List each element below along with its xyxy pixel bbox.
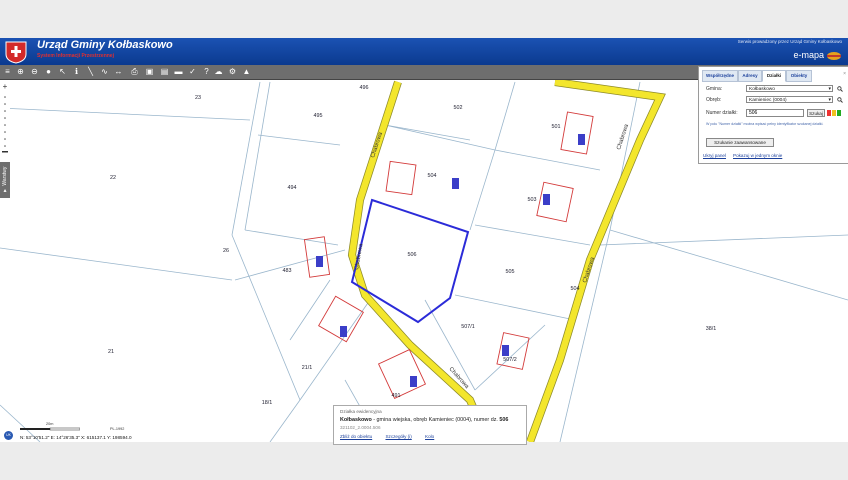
language-badge[interactable]: UK [4,431,13,440]
parcel-label: 507/1 [461,324,475,330]
share-link[interactable]: Kolo [425,434,434,439]
parcel-label: 496 [360,85,369,91]
parcel-label: 23 [195,95,201,101]
zoom-to-object-link[interactable]: Zbliż do obiektu [340,434,372,439]
measure-line-icon[interactable]: ╲ [86,67,95,76]
service-note: Serwis prowadzony przez Urząd Gminy Kołb… [737,39,842,44]
zoom-out-icon[interactable]: ⊖ [30,67,39,76]
parcel-label: 21/1 [302,365,313,371]
export-icon[interactable]: ▣ [145,67,154,76]
parcel-label: 483 [283,268,292,274]
layers-icon[interactable]: ≡ [3,67,12,76]
buildings [303,111,594,400]
app-title: Urząd Gminy Kołbaskowo [37,39,173,51]
numer-label: Numer działki: [706,110,738,116]
obreb-select[interactable]: Kamieniec (0004) ▾ [746,96,833,103]
cloud-icon[interactable]: ☁ [214,67,223,76]
pan-icon[interactable]: ↔ [114,67,123,76]
parcel-label: 506 [408,252,417,258]
road-label: Chabrowa [370,131,384,159]
tab-adresy[interactable]: Adresy [738,70,762,82]
tab-dzialki[interactable]: Działki [762,70,786,82]
crs-label: PL-1992 [110,427,125,431]
parcel-label: 22 [110,175,116,181]
parcel-number-input[interactable] [746,109,804,117]
obreb-label: Obręb: [706,97,722,103]
details-link[interactable]: Szczegóły (i) [385,434,411,439]
print-icon[interactable]: ⎙ [130,67,139,76]
popup-number: 506 [499,417,509,423]
obreb-value: Kamieniec (0004) [749,98,787,103]
measure-area-icon[interactable]: ∿ [100,67,109,76]
tab-wspolrzedne[interactable]: Współrzędne [702,70,738,82]
car-icon[interactable]: ▬ [174,67,183,76]
app-header: Urząd Gminy Kołbaskowo System Informacji… [0,38,848,65]
popup-identifier: 321102_2.0004.506 [340,425,381,430]
bookmark-icon[interactable]: ▤ [160,67,169,76]
chevron-down-icon: ▾ [828,86,831,92]
popup-heading: Działka ewidencyjna [340,409,382,414]
layers-tab[interactable]: ▼ Warstwy [0,162,10,198]
svg-text:+: + [3,82,8,91]
popup-links: Zbliż do obiektu Szczegóły (i) Kolo [340,434,446,439]
hide-panel-link[interactable]: Ukryj panel [703,153,726,158]
parcel-label: 501 [552,124,561,130]
popup-gmina: Kołbaskowo [340,417,372,423]
parcel-label: 18/1 [262,400,273,406]
coat-of-arms-logo [5,41,27,64]
search-button[interactable]: Szukaj [807,109,825,117]
zoom-ticks: + [2,82,8,153]
scale-bar: 20m [20,422,80,431]
parcel-label: 21 [108,349,114,355]
question-icon[interactable]: ? [202,67,211,76]
parcel-info-popup: Działka ewidencyjna Kołbaskowo - gmina w… [333,405,527,445]
tab-obiekty[interactable]: Obiekty [786,70,812,82]
gmina-value: Kołbaskowo [749,87,775,92]
parcel-label: 491 [392,393,401,399]
search-icon[interactable] [837,97,843,103]
gmina-label: Gmina: [706,86,723,92]
app-subtitle: System Informacji Przestrzennej [37,53,114,59]
scale-label: 20m [46,422,54,426]
search-hint: W polu "Numer działki" można wpisać pełn… [706,122,824,126]
close-icon[interactable]: × [843,71,846,77]
coordinates-readout: N: 53°10'51.2" E: 14°26'35.3" X: 615137.… [20,435,132,440]
parcel-label: 507/2 [503,357,517,363]
info-icon[interactable]: ℹ [72,67,81,76]
scale-bar-graphic [20,427,80,431]
color-legend-icon [827,110,841,116]
single-window-link[interactable]: Pokazuj w jednym oknie [733,153,782,158]
gps-icon[interactable]: ▲ [242,67,251,76]
parcel-label: 504 [571,286,580,292]
chevron-down-icon: ▾ [828,97,831,103]
help-icon[interactable]: ✓ [188,67,197,76]
emapa-brand[interactable]: e-mapa [793,50,824,60]
advanced-search-button[interactable]: Szukanie zaawansowane [706,138,774,147]
parcel-label: 504 [428,173,437,179]
parcel-label: 502 [454,105,463,111]
roads [347,80,666,442]
parcel-label: 495 [314,113,323,119]
select-icon[interactable]: ↖ [58,67,67,76]
parcel-label: 503 [528,197,537,203]
parcel-label: 494 [288,185,297,191]
gmina-select[interactable]: Kołbaskowo ▾ [746,85,833,92]
full-extent-icon[interactable]: ● [44,67,53,76]
parcel-label: 26 [223,248,229,254]
settings-icon[interactable]: ⚙ [228,67,237,76]
emapa-logo-icon [827,52,841,60]
parcel-label: 505 [506,269,515,275]
road-label: Chabrowa [616,123,630,151]
parcel-label: 38/1 [706,326,717,332]
popup-details: - gmina wiejska, obręb Kamieniec (0004),… [371,417,500,423]
search-icon[interactable] [837,86,843,92]
zoom-in-icon[interactable]: ⊕ [16,67,25,76]
search-panel: Współrzędne Adresy Działki Obiekty × Gmi… [698,66,848,164]
popup-description: Kołbaskowo - gmina wiejska, obręb Kamien… [340,417,508,423]
